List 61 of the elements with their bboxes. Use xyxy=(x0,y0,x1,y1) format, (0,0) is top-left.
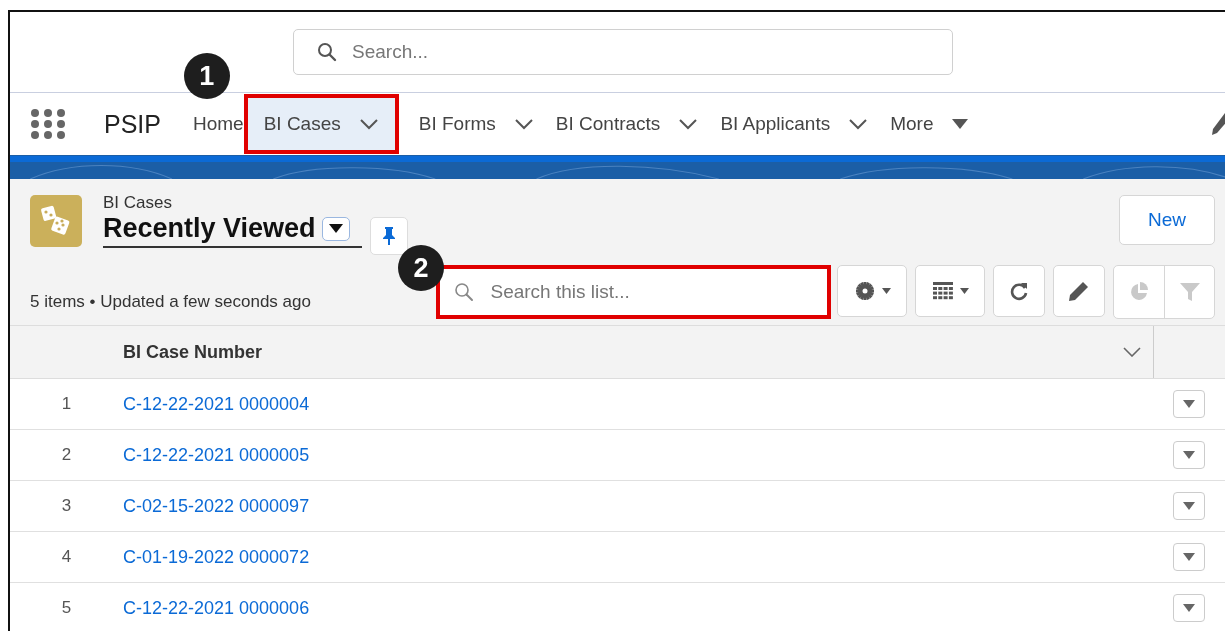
caret-down-icon xyxy=(951,119,968,129)
caret-down-icon xyxy=(881,288,891,294)
dice-icon xyxy=(30,195,82,247)
table-icon xyxy=(931,281,954,301)
list-status: 5 items • Updated a few seconds ago xyxy=(30,292,312,312)
caret-down-icon xyxy=(1183,502,1195,510)
pin-icon xyxy=(381,226,396,246)
pencil-icon xyxy=(1068,280,1090,302)
refresh-button[interactable] xyxy=(993,265,1045,317)
row-number: 2 xyxy=(61,445,72,465)
row-number: 1 xyxy=(61,394,72,414)
pie-chart-icon xyxy=(1128,281,1150,303)
caret-down-icon xyxy=(959,288,969,294)
nav-tab[interactable]: BI Cases xyxy=(243,94,399,154)
caret-down-icon xyxy=(1183,400,1195,408)
caret-down-icon xyxy=(1183,604,1195,612)
app-name: PSIP xyxy=(104,109,161,139)
chevron-down-icon[interactable] xyxy=(1123,347,1141,357)
row-actions-button[interactable] xyxy=(1173,492,1205,520)
new-button[interactable]: New xyxy=(1119,195,1215,245)
case-number-link[interactable]: C-12-22-2021 0000004 xyxy=(123,393,310,414)
case-number-link[interactable]: C-01-19-2022 0000072 xyxy=(123,546,310,567)
row-actions-button[interactable] xyxy=(1173,543,1205,571)
object-name: BI Cases xyxy=(103,193,173,213)
row-number: 4 xyxy=(61,547,72,567)
global-search-field[interactable]: Search... xyxy=(293,29,953,75)
callout-number: 2 xyxy=(398,245,444,291)
chevron-down-icon xyxy=(848,118,869,130)
nav-tab[interactable]: BI Applicants xyxy=(720,113,869,135)
refresh-icon xyxy=(1008,280,1030,302)
case-number-link[interactable]: C-12-22-2021 0000006 xyxy=(123,597,310,618)
search-icon xyxy=(454,282,475,302)
nav-tab[interactable]: BI Contracts xyxy=(555,113,699,135)
chevron-down-icon xyxy=(513,118,534,130)
gear-icon xyxy=(853,280,876,302)
case-number-link[interactable]: C-02-15-2022 0000097 xyxy=(123,495,310,516)
list-view-dropdown-button[interactable] xyxy=(321,216,350,241)
nav-tab[interactable]: BI Forms xyxy=(418,113,534,135)
chevron-down-icon xyxy=(678,118,699,130)
case-number-link[interactable]: C-12-22-2021 0000005 xyxy=(123,444,310,465)
row-actions-button[interactable] xyxy=(1173,594,1205,622)
nav-tab[interactable]: More xyxy=(890,113,968,135)
display-as-button[interactable] xyxy=(915,265,985,317)
nav-tab[interactable]: Home xyxy=(193,113,244,135)
edit-button[interactable] xyxy=(1053,265,1105,317)
row-number: 3 xyxy=(61,496,72,516)
app-launcher-icon[interactable] xyxy=(30,108,66,140)
list-search-field[interactable]: Search this list... xyxy=(436,265,831,319)
caret-down-icon xyxy=(1183,451,1195,459)
pin-button[interactable] xyxy=(369,217,408,255)
settings-button[interactable] xyxy=(837,265,907,317)
callout-number: 1 xyxy=(183,53,230,99)
pencil-icon[interactable] xyxy=(1211,111,1225,137)
row-actions-button[interactable] xyxy=(1173,390,1205,418)
caret-down-icon xyxy=(1183,553,1195,561)
filter-icon xyxy=(1178,281,1201,303)
row-actions-button[interactable] xyxy=(1173,441,1205,469)
caret-down-icon xyxy=(328,224,343,233)
list-view-title: Recently Viewed xyxy=(103,213,316,244)
row-number: 5 xyxy=(61,598,72,618)
chevron-down-icon xyxy=(358,118,379,130)
